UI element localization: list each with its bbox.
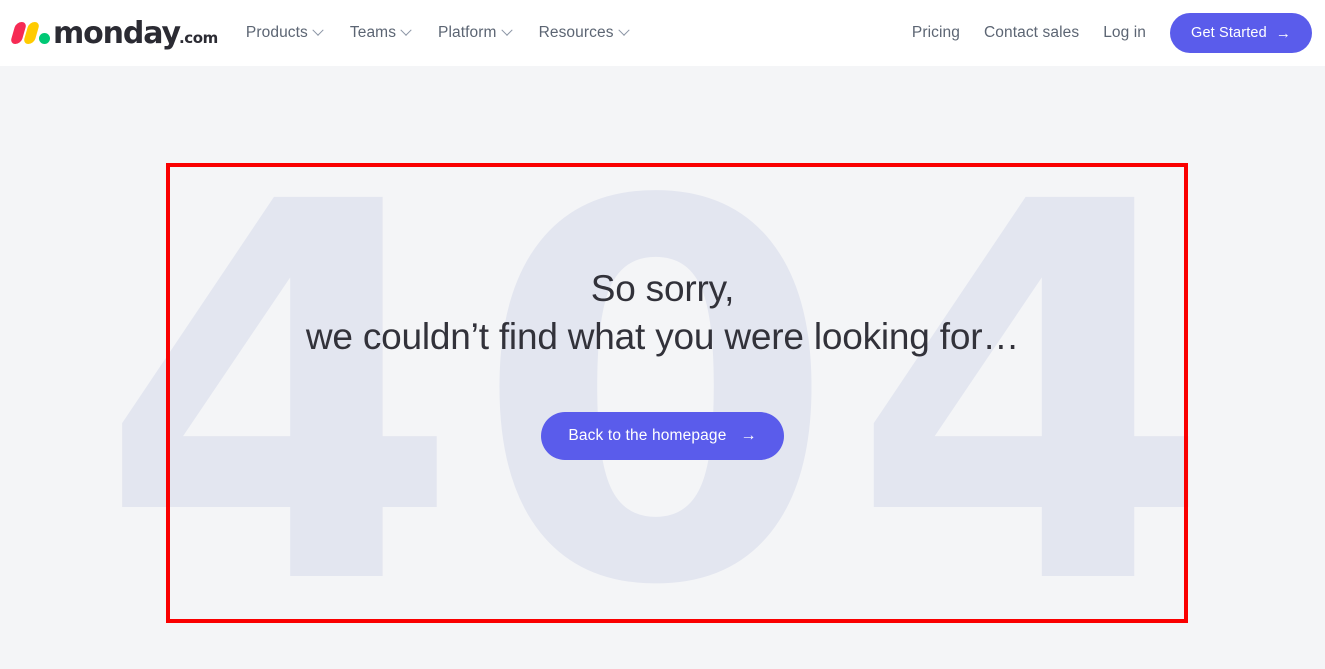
- nav-item-contact-sales[interactable]: Contact sales: [984, 24, 1079, 42]
- back-to-homepage-button[interactable]: Back to the homepage →: [541, 412, 784, 461]
- nav-item-platform[interactable]: Platform: [438, 24, 513, 42]
- chevron-down-icon: [617, 24, 630, 36]
- brand-name: monday: [53, 16, 181, 51]
- nav-item-label: Teams: [349, 24, 397, 41]
- error-title: So sorry, we couldn’t find what you were…: [306, 265, 1019, 362]
- site-header: monday .com Products Teams Platform Reso…: [0, 0, 1325, 66]
- nav-item-label: Platform: [438, 24, 497, 41]
- nav-item-label: Resources: [538, 24, 614, 41]
- chevron-down-icon: [312, 24, 324, 36]
- nav-item-log-in[interactable]: Log in: [1103, 24, 1146, 42]
- chevron-down-icon: [500, 24, 513, 36]
- monday-logo[interactable]: monday .com: [9, 13, 219, 53]
- nav-item-teams[interactable]: Teams: [349, 24, 412, 42]
- logo-green-dot-icon: [39, 33, 50, 44]
- chevron-down-icon: [400, 24, 412, 36]
- back-to-homepage-label: Back to the homepage: [568, 427, 727, 445]
- secondary-navigation: Pricing Contact sales Log in Get Started…: [912, 13, 1312, 53]
- primary-navigation: Products Teams Platform Resources: [245, 24, 630, 42]
- nav-item-pricing[interactable]: Pricing: [912, 24, 960, 42]
- get-started-label: Get Started: [1191, 25, 1267, 41]
- brand-tld: .com: [178, 29, 218, 47]
- error-title-line-2: we couldn’t find what you were looking f…: [305, 316, 1020, 357]
- get-started-button[interactable]: Get Started →: [1170, 13, 1312, 53]
- nav-item-resources[interactable]: Resources: [538, 24, 630, 42]
- arrow-right-icon: →: [740, 427, 757, 445]
- nav-item-products[interactable]: Products: [245, 24, 324, 42]
- nav-item-label: Products: [245, 24, 308, 41]
- monday-logo-mark: [9, 22, 50, 44]
- error-page-body: 404 So sorry, we couldn’t find what you …: [0, 66, 1325, 669]
- arrow-right-icon: →: [1275, 24, 1291, 42]
- error-message-block: So sorry, we couldn’t find what you were…: [0, 66, 1325, 669]
- error-title-line-1: So sorry,: [590, 267, 735, 309]
